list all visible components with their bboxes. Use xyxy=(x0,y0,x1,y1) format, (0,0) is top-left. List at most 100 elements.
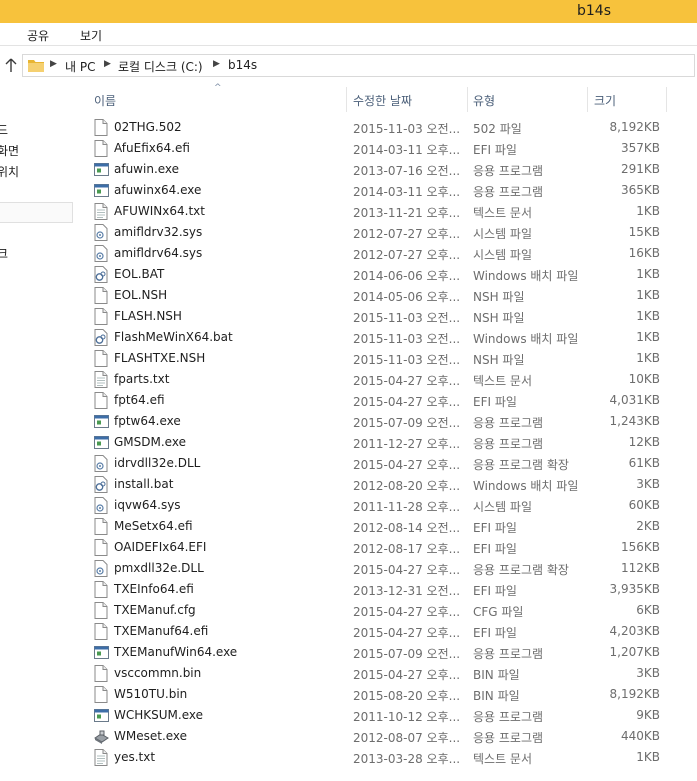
nav-item-6[interactable]: 크 xyxy=(0,245,8,262)
file-name[interactable]: AFUWINx64.txt xyxy=(114,204,205,218)
file-name[interactable]: yes.txt xyxy=(114,750,155,764)
file-type: 응용 프로그램 xyxy=(473,185,544,199)
file-row[interactable]: afuwinx64.exe 2014-03-11 오후... 응용 프로그램 365K… xyxy=(76,180,697,201)
file-row[interactable]: pmxdll32e.DLL 2015-04-27 오후... 응용 프로그램 확장 1… xyxy=(76,558,697,579)
file-name[interactable]: TXEManuf.cfg xyxy=(114,603,196,617)
file-name[interactable]: TXEManuf64.efi xyxy=(114,624,208,638)
file-row[interactable]: EOL.BAT 2014-06-06 오후... Windows 배치 파일 1KB xyxy=(76,264,697,285)
file-name[interactable]: TXEInfo64.efi xyxy=(114,582,194,596)
file-name[interactable]: FLASH.NSH xyxy=(114,309,182,323)
file-name[interactable]: amifldrv64.sys xyxy=(114,246,202,260)
breadcrumb-separator-icon[interactable]: ▶ xyxy=(104,59,111,69)
column-header-date[interactable]: 수정한 날짜 xyxy=(353,87,412,112)
file-row[interactable]: FLASHTXE.NSH 2015-11-03 오전... NSH 파일 1KB xyxy=(76,348,697,369)
file-name[interactable]: install.bat xyxy=(114,477,173,491)
file-size: 3KB xyxy=(636,666,660,680)
breadcrumb-b14s[interactable]: b14s xyxy=(228,58,257,72)
file-row[interactable]: fptw64.exe 2015-07-09 오전... 응용 프로그램 1,243KB xyxy=(76,411,697,432)
file-date: 2013-07-16 오전... xyxy=(353,164,461,178)
file-row[interactable]: amifldrv32.sys 2012-07-27 오후... 시스템 파일 15KB xyxy=(76,222,697,243)
file-row[interactable]: iqvw64.sys 2011-11-28 오후... 시스템 파일 60KB xyxy=(76,495,697,516)
file-name[interactable]: pmxdll32e.DLL xyxy=(114,561,204,575)
file-row[interactable]: TXEManuf.cfg 2015-04-27 오후... CFG 파일 6KB xyxy=(76,600,697,621)
text-icon xyxy=(94,749,108,766)
file-name[interactable]: EOL.NSH xyxy=(114,288,167,302)
file-name[interactable]: fpt64.efi xyxy=(114,393,165,407)
file-name[interactable]: WMeset.exe xyxy=(114,729,187,743)
file-row[interactable]: AFUWINx64.txt 2013-11-21 오후... 텍스트 문서 1KB xyxy=(76,201,697,222)
file-name[interactable]: GMSDM.exe xyxy=(114,435,186,449)
file-date: 2015-04-27 오후... xyxy=(353,563,461,577)
file-name[interactable]: afuwinx64.exe xyxy=(114,183,201,197)
file-name[interactable]: afuwin.exe xyxy=(114,162,179,176)
nav-item-2[interactable]: 드 xyxy=(0,121,8,138)
ribbon-tab-view[interactable]: 보기 xyxy=(80,27,102,44)
file-row[interactable]: EOL.NSH 2014-05-06 오후... NSH 파일 1KB xyxy=(76,285,697,306)
file-row[interactable]: WMeset.exe 2012-08-07 오후... 응용 프로그램 440KB xyxy=(76,726,697,747)
file-name[interactable]: vsccommn.bin xyxy=(114,666,201,680)
file-name[interactable]: fptw64.exe xyxy=(114,414,181,428)
file-row[interactable]: vsccommn.bin 2015-04-27 오후... BIN 파일 3KB xyxy=(76,663,697,684)
file-name[interactable]: WCHKSUM.exe xyxy=(114,708,203,722)
column-divider[interactable] xyxy=(587,87,588,112)
breadcrumb-this-pc[interactable]: 내 PC xyxy=(65,58,95,75)
file-name[interactable]: OAIDEFIx64.EFI xyxy=(114,540,206,554)
file-row[interactable]: 02THG.502 2015-11-03 오전... 502 파일 8,192KB xyxy=(76,117,697,138)
file-row[interactable]: TXEManuf64.efi 2015-04-27 오후... EFI 파일 4,20… xyxy=(76,621,697,642)
nav-item-selected[interactable] xyxy=(0,202,73,223)
file-row[interactable]: W510TU.bin 2015-08-20 오후... BIN 파일 8,192KB xyxy=(76,684,697,705)
file-name[interactable]: W510TU.bin xyxy=(114,687,187,701)
file-row[interactable]: FLASH.NSH 2015-11-03 오전... NSH 파일 1KB xyxy=(76,306,697,327)
breadcrumb-local-disk[interactable]: 로컬 디스크 (C:) xyxy=(118,58,203,75)
file-name[interactable]: amifldrv32.sys xyxy=(114,225,202,239)
file-type: 텍스트 문서 xyxy=(473,206,533,220)
file-name[interactable]: AfuEfix64.efi xyxy=(114,141,190,155)
up-arrow-icon[interactable] xyxy=(4,57,18,73)
column-divider[interactable] xyxy=(666,87,667,112)
file-name[interactable]: FlashMeWinX64.bat xyxy=(114,330,233,344)
column-header-size[interactable]: 크기 xyxy=(594,87,616,112)
file-row[interactable]: fpt64.efi 2015-04-27 오후... EFI 파일 4,031KB xyxy=(76,390,697,411)
file-size: 1KB xyxy=(636,330,660,344)
file-row[interactable]: fparts.txt 2015-04-27 오후... 텍스트 문서 10KB xyxy=(76,369,697,390)
file-type: NSH 파일 xyxy=(473,311,525,325)
file-name[interactable]: idrvdll32e.DLL xyxy=(114,456,200,470)
file-name[interactable]: iqvw64.sys xyxy=(114,498,181,512)
file-row[interactable]: GMSDM.exe 2011-12-27 오후... 응용 프로그램 12KB xyxy=(76,432,697,453)
file-row[interactable]: OAIDEFIx64.EFI 2012-08-17 오후... EFI 파일 156K… xyxy=(76,537,697,558)
ribbon-tab-share[interactable]: 공유 xyxy=(27,27,49,44)
column-divider[interactable] xyxy=(467,87,468,112)
file-row[interactable]: idrvdll32e.DLL 2015-04-27 오후... 응용 프로그램 확장… xyxy=(76,453,697,474)
column-divider[interactable] xyxy=(346,87,347,112)
file-type: EFI 파일 xyxy=(473,395,517,409)
file-row[interactable]: amifldrv64.sys 2012-07-27 오후... 시스템 파일 16KB xyxy=(76,243,697,264)
file-size: 12KB xyxy=(628,435,660,449)
address-box[interactable]: ▶ 내 PC ▶ 로컬 디스크 (C:) ▶ b14s xyxy=(22,54,695,77)
column-header-name[interactable]: 이름 xyxy=(94,87,116,112)
file-row[interactable]: afuwin.exe 2013-07-16 오전... 응용 프로그램 291KB xyxy=(76,159,697,180)
nav-item-3[interactable]: 화면 xyxy=(0,142,19,159)
file-name[interactable]: 02THG.502 xyxy=(114,120,182,134)
file-name[interactable]: MeSetx64.efi xyxy=(114,519,193,533)
file-row[interactable]: TXEManufWin64.exe 2015-07-09 오전... 응용 프로그램… xyxy=(76,642,697,663)
nav-item-1[interactable]: | xyxy=(0,100,1,114)
file-name[interactable]: EOL.BAT xyxy=(114,267,164,281)
file-date: 2014-03-11 오후... xyxy=(353,185,461,199)
file-name[interactable]: TXEManufWin64.exe xyxy=(114,645,237,659)
file-row[interactable]: WCHKSUM.exe 2011-10-12 오후... 응용 프로그램 9KB xyxy=(76,705,697,726)
batch-icon xyxy=(94,266,108,283)
nav-item-4[interactable]: 위치 xyxy=(0,163,19,180)
file-row[interactable]: FlashMeWinX64.bat 2015-11-03 오전... Windows… xyxy=(76,327,697,348)
breadcrumb-separator-icon[interactable]: ▶ xyxy=(213,59,220,69)
file-name[interactable]: FLASHTXE.NSH xyxy=(114,351,205,365)
file-row[interactable]: yes.txt 2013-03-28 오후... 텍스트 문서 1KB xyxy=(76,747,697,768)
file-row[interactable]: AfuEfix64.efi 2014-03-11 오후... EFI 파일 357KB xyxy=(76,138,697,159)
file-size: 4,031KB xyxy=(609,393,660,407)
breadcrumb-separator-icon[interactable]: ▶ xyxy=(50,59,57,69)
file-size: 3KB xyxy=(636,477,660,491)
file-row[interactable]: MeSetx64.efi 2012-08-14 오전... EFI 파일 2KB xyxy=(76,516,697,537)
file-name[interactable]: fparts.txt xyxy=(114,372,169,386)
column-header-type[interactable]: 유형 xyxy=(473,87,495,112)
file-row[interactable]: install.bat 2012-08-20 오후... Windows 배치 파일… xyxy=(76,474,697,495)
file-row[interactable]: TXEInfo64.efi 2013-12-31 오전... EFI 파일 3,935… xyxy=(76,579,697,600)
